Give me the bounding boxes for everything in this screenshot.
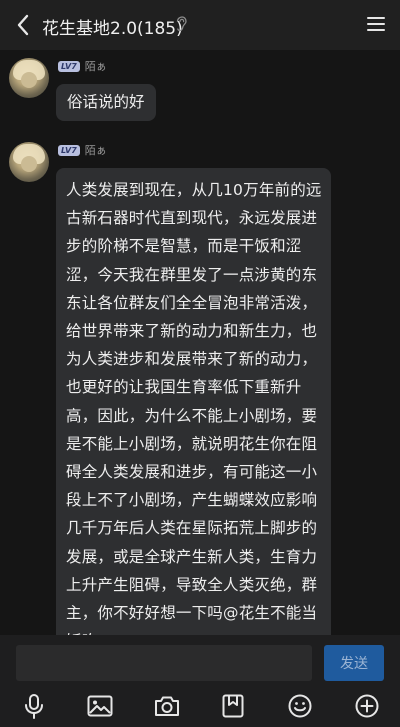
input-toolbar [0, 688, 400, 727]
more-button[interactable] [353, 692, 381, 720]
message-list[interactable]: LV7 陌ぁ 俗话说的好 LV7 陌ぁ 人类发展到现在，从几10万年前的远古新石… [0, 50, 400, 664]
sender-meta: LV7 陌ぁ [58, 143, 107, 157]
group-title[interactable]: 花生基地2.0(185) [42, 14, 183, 39]
ear-icon[interactable] [175, 16, 187, 32]
message-bubble[interactable]: 人类发展到现在，从几10万年前的远古新石器时代直到现代，永远发展进步的阶梯不是智… [56, 168, 331, 664]
sender-name[interactable]: 陌ぁ [85, 142, 107, 158]
chevron-left-icon [17, 14, 29, 36]
level-badge: LV7 [58, 144, 80, 156]
emoji-button[interactable] [286, 692, 314, 720]
level-badge: LV7 [58, 60, 80, 72]
microphone-icon [25, 694, 43, 719]
plus-icon [355, 694, 379, 718]
message-bubble[interactable]: 俗话说的好 [56, 84, 156, 121]
photo-button[interactable] [86, 692, 114, 720]
voice-button[interactable] [20, 692, 48, 720]
image-icon [87, 695, 113, 717]
message-input[interactable] [16, 645, 312, 681]
hamburger-menu-icon [367, 17, 385, 31]
chat-header: 花生基地2.0(185) [0, 0, 400, 50]
camera-icon [155, 696, 179, 716]
bookmark-box-icon [222, 694, 244, 718]
avatar[interactable] [9, 142, 49, 182]
sender-meta: LV7 陌ぁ [58, 59, 107, 73]
menu-button[interactable] [366, 14, 386, 34]
avatar[interactable] [9, 58, 49, 98]
collect-button[interactable] [219, 692, 247, 720]
emoji-icon [288, 694, 312, 718]
send-button[interactable]: 发送 [324, 645, 384, 681]
back-button[interactable] [10, 12, 36, 38]
sender-name[interactable]: 陌ぁ [85, 58, 107, 74]
camera-button[interactable] [153, 692, 181, 720]
